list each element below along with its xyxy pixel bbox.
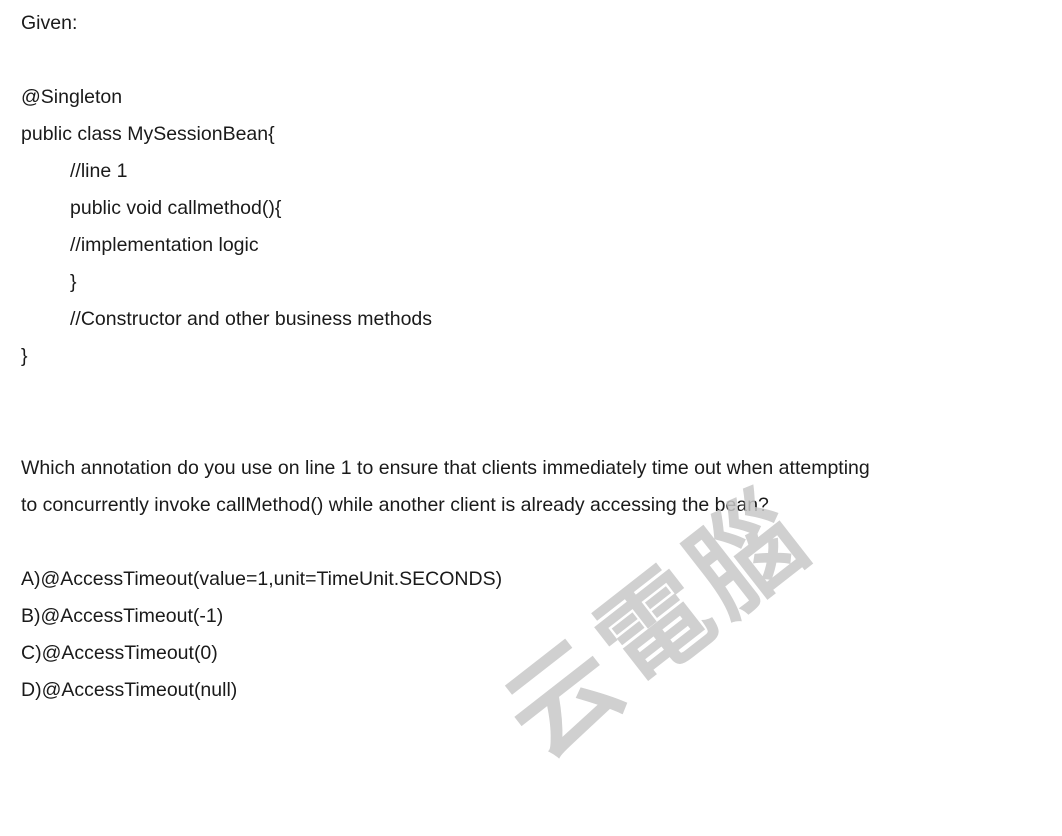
question-line-2: to concurrently invoke callMethod() whil… [21,494,769,516]
annotation-line: @Singleton [21,86,123,108]
option-d: D)@AccessTimeout(null) [21,679,238,701]
method-declaration: public void callmethod(){ [70,197,282,219]
given-label: Given: [21,12,78,34]
line1-comment: //line 1 [70,160,128,182]
option-c: C)@AccessTimeout(0) [21,642,218,664]
class-close-brace: } [21,345,28,367]
implementation-comment: //implementation logic [70,234,259,256]
option-a: A)@AccessTimeout(value=1,unit=TimeUnit.S… [21,568,503,590]
watermark: 云電腦 [482,469,835,783]
method-close-brace: } [70,271,77,293]
constructor-comment: //Constructor and other business methods [70,308,433,330]
question-line-1: Which annotation do you use on line 1 to… [21,457,870,479]
class-declaration: public class MySessionBean{ [21,123,275,145]
option-b: B)@AccessTimeout(-1) [21,605,224,627]
